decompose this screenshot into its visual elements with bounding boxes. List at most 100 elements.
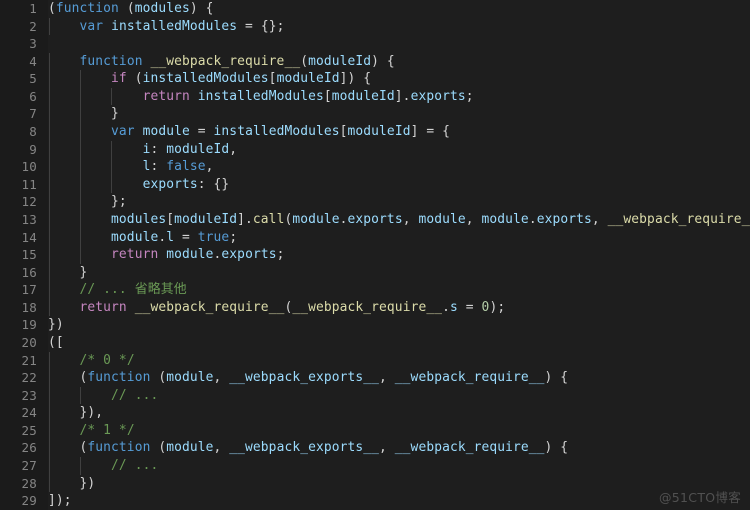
code-line-text: // ...	[48, 387, 158, 405]
code-line[interactable]: (function (module, __webpack_exports__, …	[48, 369, 750, 387]
token-pun: ([	[48, 334, 64, 350]
indent-guides	[48, 474, 750, 493]
token-var: exports	[347, 211, 403, 227]
code-line[interactable]: return installedModules[moduleId].export…	[48, 87, 750, 106]
code-line[interactable]: // ... 省略其他	[48, 281, 750, 299]
token-var: installedModules	[111, 18, 238, 34]
token-com: /* 1 */	[79, 422, 135, 438]
code-line[interactable]: return module.exports;	[48, 246, 750, 264]
code-line[interactable]: (function (modules) {	[48, 0, 750, 18]
indent-guides	[48, 193, 750, 211]
code-line-text: if (installedModules[moduleId]) {	[48, 70, 371, 88]
code-line[interactable]: modules[moduleId].call(module.exports, m…	[48, 210, 750, 229]
token-kw: function	[87, 440, 151, 456]
token-pun: =	[189, 124, 214, 140]
token-pun: (	[126, 71, 143, 87]
token-pun: ].	[394, 88, 411, 104]
code-line[interactable]: if (installedModules[moduleId]) {	[48, 70, 750, 88]
code-line[interactable]: i: moduleId,	[48, 140, 750, 159]
token-pun	[190, 89, 198, 104]
token-pun: (	[150, 370, 167, 386]
token-pun: ,	[213, 370, 230, 386]
code-content-area[interactable]: (function (modules) { var installedModul…	[48, 0, 750, 510]
code-line[interactable]: })	[48, 474, 750, 493]
token-pun: [	[268, 71, 277, 87]
token-var: module	[418, 211, 466, 227]
code-line-text: module.l = true;	[48, 229, 237, 247]
code-line[interactable]: var installedModules = {};	[48, 17, 750, 36]
token-com: // ...	[111, 387, 159, 403]
code-line[interactable]: ]);	[48, 492, 750, 510]
token-fn: call	[252, 211, 285, 227]
code-editor: 1 2 3 4 5 6 7 8 9 10 11 12 13 14 15 16 17 18 19 20 21 22 23 24 2…	[0, 0, 750, 510]
code-line-text: // ... 省略其他	[48, 281, 187, 299]
code-line[interactable]: }	[48, 263, 750, 282]
code-line[interactable]: return __webpack_require__(__webpack_req…	[48, 298, 750, 317]
token-pun: ] = {	[410, 124, 450, 140]
code-line[interactable]: module.l = true;	[48, 228, 750, 247]
line-number: 21	[21, 352, 37, 368]
code-line-text: l: false,	[48, 158, 214, 176]
indent-guides	[48, 35, 750, 53]
token-pun: [	[339, 124, 348, 140]
token-pun: ,	[402, 211, 419, 227]
code-line-text: /* 1 */	[48, 422, 135, 440]
token-pun: ,	[379, 370, 395, 386]
token-var: exports	[536, 211, 592, 227]
token-pun: ,	[229, 141, 238, 157]
token-pun: ]) {	[339, 71, 372, 87]
line-number: 24	[21, 405, 37, 421]
code-line[interactable]: function __webpack_require__(moduleId) {	[48, 52, 750, 71]
code-line[interactable]: })	[48, 316, 750, 334]
token-pun	[48, 177, 143, 192]
token-pun: :	[150, 141, 167, 157]
code-line[interactable]: ([	[48, 334, 750, 352]
token-var: moduleId	[331, 88, 395, 104]
line-number: 14	[21, 229, 37, 245]
token-var: __webpack_require__	[394, 440, 545, 456]
code-line[interactable]: /* 0 */	[48, 351, 750, 370]
token-fn: __webpack_require__	[292, 299, 443, 315]
token-pun	[48, 300, 80, 315]
token-var: __webpack_exports__	[229, 370, 380, 386]
code-line[interactable]: exports: {}	[48, 175, 750, 194]
token-pun: ]);	[48, 493, 72, 509]
token-pun: }),	[48, 405, 104, 421]
code-line[interactable]: }	[48, 105, 750, 124]
token-var: module	[166, 370, 214, 386]
token-pun: =	[174, 229, 198, 245]
token-var: module	[166, 247, 214, 263]
token-pun	[48, 54, 80, 69]
code-line-text: (function (module, __webpack_exports__, …	[48, 439, 569, 457]
line-number: 6	[29, 88, 37, 104]
code-line[interactable]: /* 1 */	[48, 421, 750, 440]
token-var: exports	[410, 88, 466, 104]
indent-guides	[48, 492, 750, 510]
line-number: 25	[21, 422, 37, 438]
token-pun: ,	[465, 211, 482, 227]
token-ctl: return	[111, 247, 159, 263]
code-line[interactable]: l: false,	[48, 158, 750, 176]
token-pun: (	[48, 370, 88, 386]
code-line[interactable]	[48, 35, 750, 53]
code-line[interactable]: // ...	[48, 457, 750, 475]
code-line-text: ([	[48, 334, 64, 352]
token-pun	[48, 247, 111, 262]
code-line-text: })	[48, 316, 64, 334]
code-line[interactable]: var module = installedModules[moduleId] …	[48, 123, 750, 141]
line-number: 7	[29, 106, 37, 122]
line-number: 20	[21, 334, 37, 350]
token-pun: (	[118, 1, 135, 16]
line-number: 10	[21, 159, 37, 175]
indent-guides	[48, 316, 750, 334]
code-line[interactable]: }),	[48, 404, 750, 422]
token-fn: __webpack_require__	[150, 53, 301, 69]
code-line[interactable]: // ...	[48, 386, 750, 405]
code-line-text: }	[48, 264, 88, 282]
token-var: __webpack_require__	[394, 370, 545, 386]
code-line[interactable]: (function (module, __webpack_exports__, …	[48, 439, 750, 458]
code-line[interactable]: };	[48, 193, 750, 211]
code-line-text: ]);	[48, 492, 72, 510]
token-var: moduleId	[166, 141, 230, 157]
token-pun: =	[457, 299, 482, 315]
